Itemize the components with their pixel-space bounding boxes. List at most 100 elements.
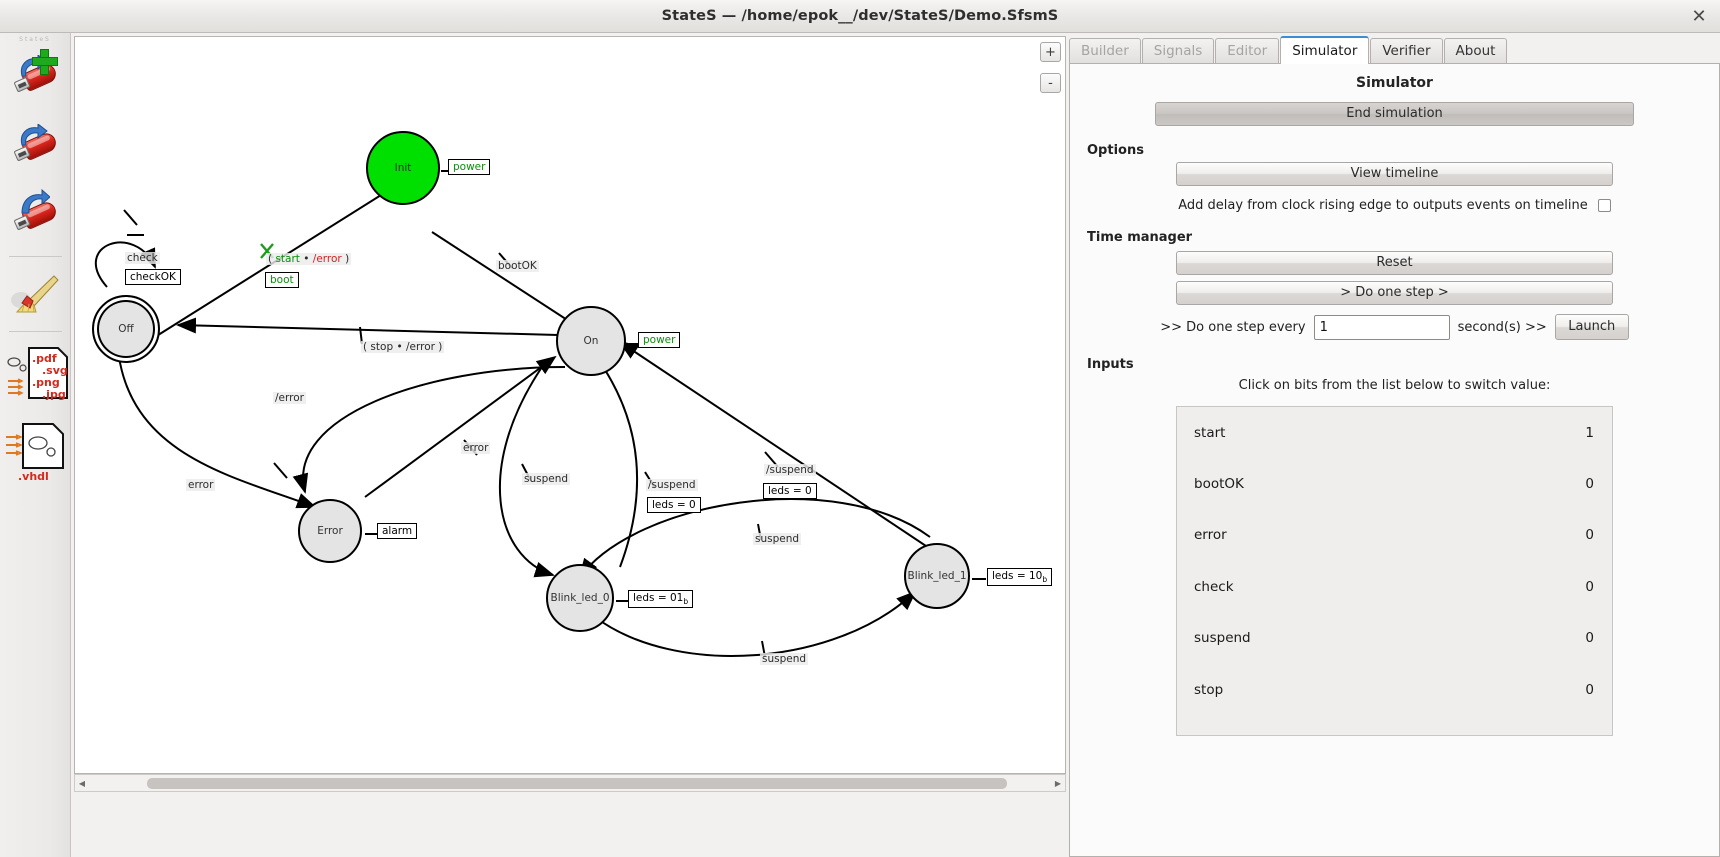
input-name: suspend <box>1194 630 1251 647</box>
tab-signals[interactable]: Signals <box>1141 38 1215 63</box>
input-value[interactable]: 0 <box>1585 527 1594 543</box>
sidebar-item-save-machine[interactable] <box>0 185 71 254</box>
tool-sidebar: StateS .pdf .svg .png .jpg .vhdl <box>0 33 71 857</box>
input-value[interactable]: 0 <box>1585 579 1594 595</box>
action-box-a-leds0b[interactable]: leds = 0 <box>763 483 817 499</box>
state-machine-canvas[interactable]: Init Off On Error Blink_led_0 Blink_led_1 che… <box>74 36 1066 774</box>
sidebar-header-label: StateS <box>19 36 51 43</box>
canvas-horizontal-scrollbar[interactable]: ◀ ▶ <box>74 774 1066 792</box>
action-box-a-alarm[interactable]: alarm <box>377 523 418 539</box>
transition-label-t-nsusp1[interactable]: /suspend <box>646 479 698 491</box>
state-node-bl0[interactable]: Blink_led_0 <box>546 564 614 632</box>
simulator-panel: Simulator End simulation Options View ti… <box>1069 64 1720 857</box>
action-box-a-leds0[interactable]: leds = 0 <box>647 497 701 513</box>
action-box-a-boot[interactable]: boot <box>265 272 299 288</box>
input-value[interactable]: 0 <box>1585 682 1594 698</box>
input-value[interactable]: 0 <box>1585 476 1594 492</box>
sidebar-item-load-machine[interactable] <box>0 116 71 185</box>
input-row[interactable]: error 0 <box>1177 510 1612 561</box>
sidebar-item-new-machine[interactable] <box>0 47 71 116</box>
scroll-right-arrow[interactable]: ▶ <box>1051 779 1065 788</box>
time-manager-heading: Time manager <box>1087 230 1193 245</box>
launch-button[interactable]: Launch <box>1554 314 1629 340</box>
input-name: start <box>1194 424 1226 441</box>
transition-label-t-bootok[interactable]: bootOK <box>496 260 539 272</box>
inputs-hint-label: Click on bits from the list below to swi… <box>1238 378 1551 393</box>
state-label: Blink_led_1 <box>907 570 967 582</box>
input-value[interactable]: 0 <box>1585 630 1594 646</box>
transition-label-t-noterr[interactable]: /error <box>273 392 306 404</box>
inputs-heading: Inputs <box>1087 357 1134 372</box>
sidebar-item-export-vhdl[interactable]: .vhdl <box>0 413 71 491</box>
scroll-thumb[interactable] <box>147 777 1007 789</box>
view-timeline-button[interactable]: View timeline <box>1176 162 1613 186</box>
input-row[interactable]: start 1 <box>1177 407 1612 458</box>
input-name: bootOK <box>1194 476 1244 493</box>
action-box-a-leds01[interactable]: leds = 01b <box>628 590 694 609</box>
sidebar-item-clear-machine[interactable] <box>0 260 71 329</box>
zoom-out-button[interactable]: - <box>1040 73 1061 93</box>
input-row[interactable]: stop 0 <box>1177 664 1612 715</box>
input-name: check <box>1194 578 1234 595</box>
input-row[interactable]: bootOK 0 <box>1177 458 1612 509</box>
transition-label-t-stoperr[interactable]: ( stop • /error ) <box>361 341 445 353</box>
action-text: leds = 10 <box>992 570 1043 582</box>
document-icon <box>22 423 64 469</box>
transition-label-t-nsusp2[interactable]: /suspend <box>764 464 816 476</box>
action-box-a-init-power[interactable]: power <box>448 159 491 175</box>
transition-edges <box>94 170 986 658</box>
auto-step-prefix-label: >> Do one step every <box>1160 319 1306 335</box>
transition-label-t-error1[interactable]: error <box>186 479 216 491</box>
input-row[interactable]: check 0 <box>1177 561 1612 612</box>
end-simulation-button[interactable]: End simulation <box>1155 102 1634 126</box>
tab-editor[interactable]: Editor <box>1215 38 1280 63</box>
state-node-bl1[interactable]: Blink_led_1 <box>904 543 970 609</box>
transition-label-t-susp3[interactable]: suspend <box>760 653 809 665</box>
action-box-a-checkok[interactable]: checkOK <box>125 269 181 285</box>
panel-tabbar: Builder Signals Editor Simulator Verifier Abo… <box>1069 36 1720 64</box>
action-base-subscript: b <box>683 597 689 607</box>
state-node-off[interactable]: Off <box>92 295 160 363</box>
plus-icon <box>32 49 58 75</box>
sidebar-divider-2 <box>8 331 62 332</box>
signal-start: start <box>275 253 300 265</box>
reset-button[interactable]: Reset <box>1176 251 1613 275</box>
transition-label-t-error2[interactable]: error <box>461 442 491 454</box>
input-row[interactable]: suspend 0 <box>1177 613 1612 664</box>
action-box-a-on-power[interactable]: power <box>638 332 681 348</box>
state-label: On <box>583 335 599 347</box>
auto-step-suffix-label: second(s) >> <box>1457 319 1547 335</box>
action-box-a-leds10[interactable]: leds = 10b <box>987 568 1053 587</box>
close-window-button[interactable]: ✕ <box>1688 6 1710 28</box>
action-text: power <box>643 334 676 346</box>
scroll-left-arrow[interactable]: ◀ <box>75 779 89 788</box>
cond-close: ) <box>341 253 350 265</box>
tab-about[interactable]: About <box>1443 38 1508 63</box>
action-text: leds = 0 <box>768 485 812 497</box>
input-name: stop <box>1194 681 1224 698</box>
state-node-error[interactable]: Error <box>298 499 362 563</box>
transition-label-t-susp2[interactable]: suspend <box>753 533 802 545</box>
zoom-in-button[interactable]: + <box>1040 42 1061 62</box>
tab-verifier[interactable]: Verifier <box>1370 38 1443 63</box>
window-title: StateS — /home/epok__/dev/StateS/Demo.Sf… <box>661 8 1059 24</box>
tab-simulator[interactable]: Simulator <box>1280 36 1370 64</box>
transition-label-t-check[interactable]: check <box>125 252 160 264</box>
state-node-init[interactable]: Init <box>366 131 440 205</box>
format-jpg-label: .jpg <box>42 388 66 401</box>
delay-checkbox[interactable] <box>1597 199 1611 212</box>
do-one-step-button[interactable]: > Do one step > <box>1176 281 1613 305</box>
auto-step-interval-input[interactable] <box>1313 314 1450 340</box>
tab-builder[interactable]: Builder <box>1069 38 1141 63</box>
sidebar-item-export-image[interactable]: .pdf .svg .png .jpg <box>0 335 71 413</box>
action-text: leds = 0 <box>652 499 696 511</box>
transition-label-t-susp1[interactable]: suspend <box>522 473 571 485</box>
window-titlebar: StateS — /home/epok__/dev/StateS/Demo.Sf… <box>0 0 1720 33</box>
input-value[interactable]: 1 <box>1585 425 1594 441</box>
arrow-down-icon <box>20 124 48 146</box>
transition-condition-start-error[interactable]: ( start • /error ) <box>266 253 352 265</box>
arrow-redo-icon <box>21 189 50 214</box>
inputs-list[interactable]: start 1 bootOK 0 error 0 check 0 suspend 0 stop 0 <box>1176 406 1613 736</box>
state-node-on[interactable]: On <box>556 306 626 376</box>
action-text: leds = 01 <box>633 592 684 604</box>
